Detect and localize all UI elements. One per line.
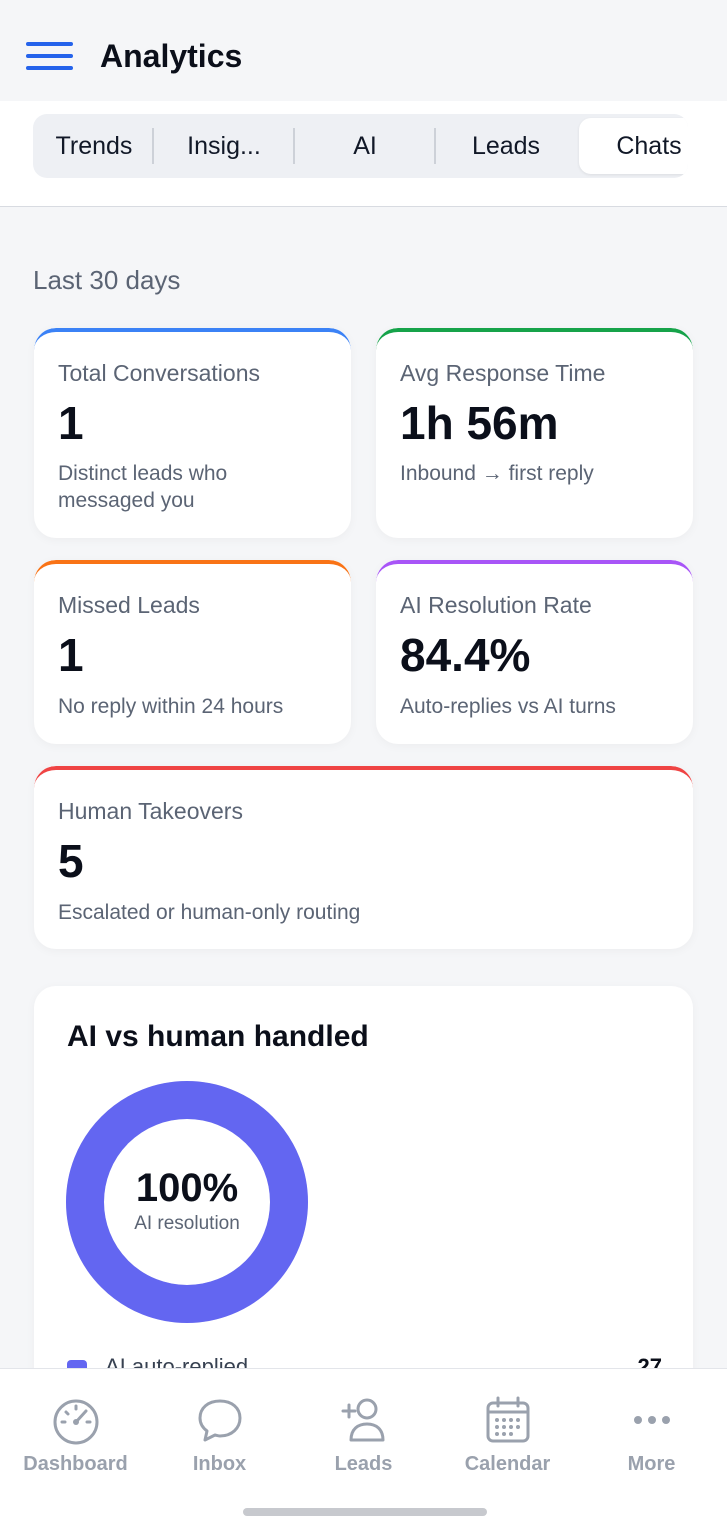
- total-conversations-card[interactable]: Total Conversations 1 Distinct leads who…: [34, 328, 351, 538]
- nav-dashboard[interactable]: Dashboard: [3, 1369, 148, 1489]
- card-subtext: Distinct leads who messaged you: [58, 462, 228, 512]
- donut-center-label: AI resolution: [134, 1213, 240, 1234]
- chart-title: AI vs human handled: [67, 1020, 369, 1053]
- nav-leads[interactable]: Leads: [291, 1369, 436, 1489]
- tab-bar-container: Trends Insig... AI Leads Chats: [0, 101, 727, 207]
- card-label: Total Conversations: [58, 360, 260, 386]
- dashboard-gauge-icon: [53, 1399, 98, 1445]
- card-subtext: No reply within 24 hours: [58, 695, 284, 718]
- nav-inbox[interactable]: Inbox: [147, 1369, 292, 1489]
- more-dots-icon: [633, 1416, 670, 1424]
- menu-icon[interactable]: [26, 42, 73, 72]
- tab-chats[interactable]: Chats: [579, 118, 688, 174]
- ai-resolution-rate-card[interactable]: AI Resolution Rate 84.4% Auto-replies vs…: [376, 560, 693, 744]
- card-label: Avg Response Time: [400, 360, 606, 386]
- card-accent-bar: [34, 766, 693, 788]
- card-value: 5: [58, 835, 84, 887]
- avg-response-time-card[interactable]: Avg Response Time 1h 56m Inbound → first…: [376, 328, 693, 538]
- tab-leads[interactable]: Leads: [436, 114, 576, 178]
- card-label: Human Takeovers: [58, 798, 243, 824]
- nav-calendar[interactable]: Calendar: [435, 1369, 580, 1489]
- card-value: 1h 56m: [400, 397, 559, 449]
- nav-label: Dashboard: [23, 1453, 128, 1475]
- card-label: AI Resolution Rate: [400, 592, 592, 618]
- donut-center-value: 100%: [135, 1166, 239, 1210]
- nav-more[interactable]: More: [579, 1369, 724, 1489]
- card-subtext: Auto-replies vs AI turns: [400, 695, 616, 718]
- ai-vs-human-chart-card: AI vs human handled 100% AI resolution A…: [34, 986, 693, 1406]
- home-indicator: [243, 1508, 487, 1516]
- missed-leads-card[interactable]: Missed Leads 1 No reply within 24 hours: [34, 560, 351, 744]
- card-accent-bar: [376, 328, 693, 350]
- card-subtext: Inbound → first reply: [400, 462, 594, 485]
- card-accent-bar: [34, 328, 351, 350]
- card-value: 84.4%: [400, 629, 531, 681]
- tab-insights[interactable]: Insig...: [154, 114, 294, 178]
- card-value: 1: [58, 397, 84, 449]
- nav-label: Leads: [334, 1453, 393, 1475]
- page-title: Analytics: [100, 38, 243, 74]
- calendar-icon: [486, 1396, 529, 1443]
- app-header: Analytics: [0, 0, 727, 101]
- chat-bubble-icon: [198, 1399, 241, 1442]
- card-subtext: Escalated or human-only routing: [58, 901, 361, 924]
- nav-label: Calendar: [464, 1453, 551, 1475]
- card-label: Missed Leads: [58, 592, 200, 618]
- card-accent-bar: [376, 560, 693, 582]
- nav-label: More: [627, 1453, 676, 1475]
- card-accent-bar: [34, 560, 351, 582]
- tab-ai[interactable]: AI: [295, 114, 435, 178]
- human-takeovers-card[interactable]: Human Takeovers 5 Escalated or human-onl…: [34, 766, 693, 949]
- donut-center: 100% AI resolution: [65, 1166, 309, 1235]
- date-range-label: Last 30 days: [33, 265, 181, 295]
- add-user-icon: [341, 1398, 384, 1442]
- tab-bar: Trends Insig... AI Leads Chats: [33, 114, 688, 178]
- nav-label: Inbox: [192, 1453, 247, 1475]
- tab-trends[interactable]: Trends: [33, 114, 155, 178]
- card-value: 1: [58, 629, 84, 681]
